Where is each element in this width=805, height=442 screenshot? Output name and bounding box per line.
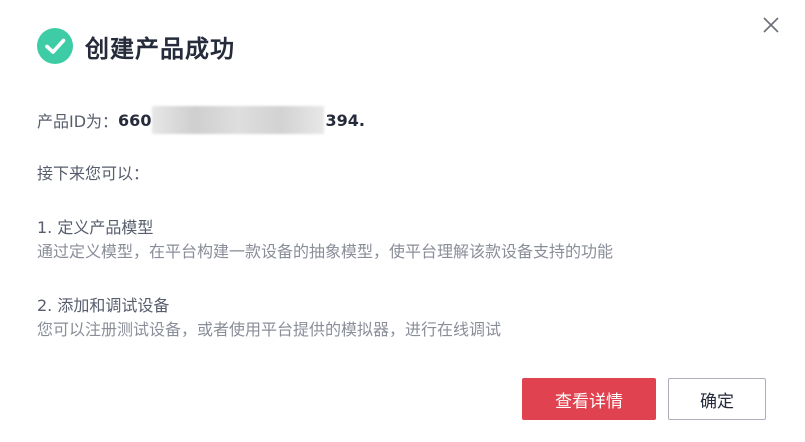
step-title: 1. 定义产品模型 (37, 218, 154, 237)
step-title: 2. 添加和调试设备 (37, 296, 170, 315)
product-id-suffix: 394. (325, 110, 365, 130)
step-description: 您可以注册测试设备，或者使用平台提供的模拟器，进行在线调试 (37, 320, 502, 339)
close-icon (763, 17, 779, 33)
product-id-redaction (152, 106, 325, 134)
create-product-success-dialog: 创建产品成功 产品ID为： 660 394. 接下来您可以： 1. 定义产品模型… (0, 0, 805, 442)
product-id-label: 产品ID为： (37, 112, 119, 131)
product-id-value: 660 394. (118, 106, 365, 134)
product-id-line: 产品ID为： 660 394. (37, 106, 365, 134)
next-steps-intro: 接下来您可以： (37, 164, 150, 183)
confirm-button[interactable]: 确定 (668, 378, 766, 420)
check-circle-icon (37, 28, 73, 64)
step-description: 通过定义模型，在平台构建一款设备的抽象模型，使平台理解该款设备支持的功能 (37, 242, 614, 261)
dialog-header: 创建产品成功 (37, 28, 235, 64)
dialog-title: 创建产品成功 (85, 34, 235, 63)
product-id-prefix: 660 (118, 110, 152, 130)
close-button[interactable] (760, 14, 782, 36)
view-details-button[interactable]: 查看详情 (522, 378, 656, 420)
